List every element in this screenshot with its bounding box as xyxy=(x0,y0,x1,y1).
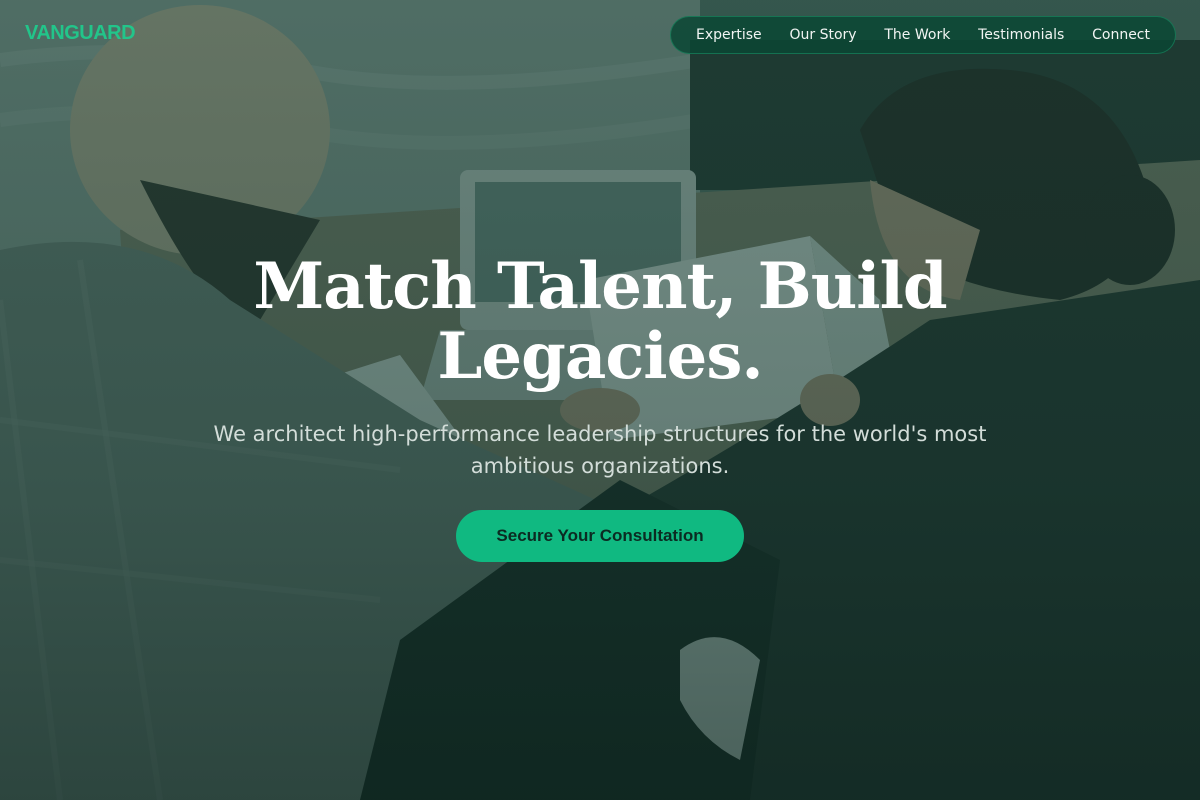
nav-item-our-story[interactable]: Our Story xyxy=(789,27,856,43)
nav-item-expertise[interactable]: Expertise xyxy=(696,27,762,43)
brand-logo[interactable]: VANGUARD xyxy=(25,22,136,45)
hero-headline: Match Talent, Build Legacies. xyxy=(150,252,1050,392)
hero-headline-line1: Match Talent, Build xyxy=(253,249,947,324)
main-nav: Expertise Our Story The Work Testimonial… xyxy=(670,16,1176,54)
hero-section: VANGUARD Expertise Our Story The Work Te… xyxy=(0,0,1200,800)
hero-overlay xyxy=(0,0,1200,800)
nav-item-the-work[interactable]: The Work xyxy=(884,27,950,43)
hero-headline-line2: Legacies. xyxy=(437,319,763,394)
nav-item-connect[interactable]: Connect xyxy=(1092,27,1150,43)
consultation-button[interactable]: Secure Your Consultation xyxy=(456,510,744,562)
hero-subtext: We architect high-performance leadership… xyxy=(213,422,987,478)
nav-item-testimonials[interactable]: Testimonials xyxy=(978,27,1064,43)
site-header: VANGUARD Expertise Our Story The Work Te… xyxy=(0,0,1200,70)
